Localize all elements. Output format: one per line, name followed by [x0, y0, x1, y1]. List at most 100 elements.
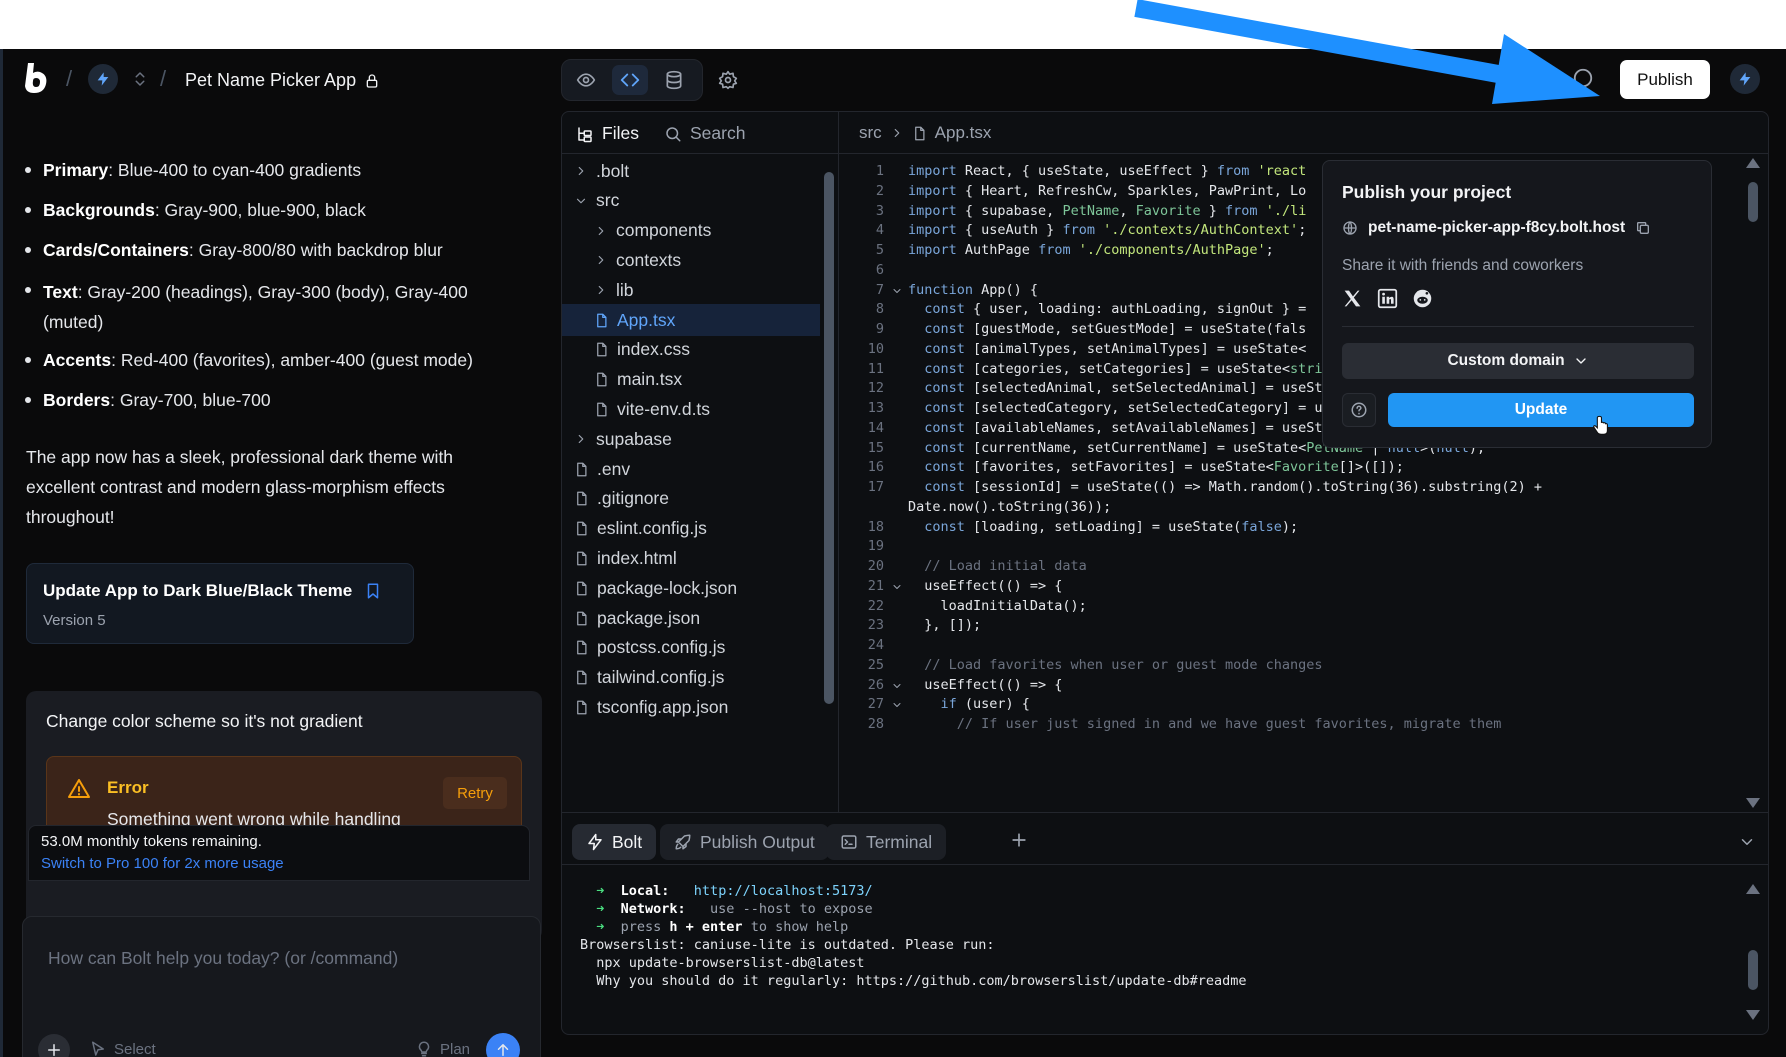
- code-view-icon[interactable]: [612, 65, 648, 95]
- project-name[interactable]: Pet Name Picker App: [185, 70, 380, 91]
- custom-domain-button[interactable]: Custom domain: [1342, 343, 1694, 379]
- line-number: 28: [867, 716, 884, 732]
- version-card[interactable]: Update App to Dark Blue/Black Theme Vers…: [26, 563, 414, 644]
- chevron-up-down-icon[interactable]: [131, 69, 149, 89]
- line-number: 6: [875, 261, 884, 278]
- file-tree-item[interactable]: App.tsx: [562, 304, 820, 336]
- file-tree-item[interactable]: package-lock.json: [574, 572, 737, 604]
- file-tree-item[interactable]: index.html: [574, 542, 677, 574]
- prompt-input[interactable]: [48, 943, 518, 973]
- line-number: 11: [867, 360, 884, 377]
- publish-button[interactable]: Publish: [1620, 60, 1710, 99]
- published-url[interactable]: pet-name-picker-app-f8cy.bolt.host: [1342, 219, 1651, 237]
- file-tree-scrollbar[interactable]: [824, 172, 834, 704]
- settings-gear-icon[interactable]: [718, 70, 738, 90]
- code-line: useEffect(() => {: [908, 577, 1063, 594]
- line-number: 26: [867, 676, 884, 693]
- breadcrumb-file[interactable]: App.tsx: [935, 123, 992, 143]
- file-tree-item[interactable]: tailwind.config.js: [574, 662, 724, 694]
- linkedin-icon[interactable]: [1377, 288, 1398, 309]
- tab-search[interactable]: Search: [664, 123, 745, 144]
- file-tree-item[interactable]: vite-env.d.ts: [594, 393, 710, 425]
- code-scrollbar[interactable]: [1748, 182, 1758, 222]
- chevron-right-icon: [578, 435, 584, 444]
- help-button[interactable]: [1342, 393, 1376, 427]
- update-button[interactable]: Update: [1388, 393, 1694, 427]
- bolt-logo-icon[interactable]: [22, 61, 50, 95]
- x-twitter-icon[interactable]: [1342, 288, 1363, 309]
- project-name-label: Pet Name Picker App: [185, 70, 357, 90]
- file-tree-item[interactable]: tsconfig.app.json: [574, 691, 728, 723]
- file-tree-item[interactable]: .bolt: [574, 155, 629, 187]
- warning-triangle-icon: [67, 777, 91, 801]
- database-icon[interactable]: [656, 65, 692, 95]
- retry-button[interactable]: Retry: [443, 777, 507, 809]
- terminal-scrollbar[interactable]: [1748, 950, 1758, 990]
- file-tree-label: index.css: [617, 339, 690, 360]
- file-icon: [577, 491, 587, 506]
- bookmark-icon[interactable]: [364, 582, 382, 600]
- breadcrumb-folder[interactable]: src: [859, 123, 882, 143]
- file-tree-item[interactable]: package.json: [574, 602, 700, 634]
- scroll-down-icon[interactable]: [1746, 1010, 1760, 1020]
- file-tree-item[interactable]: lib: [594, 274, 634, 306]
- tab-bolt[interactable]: Bolt: [572, 824, 657, 860]
- copy-icon[interactable]: [1635, 220, 1651, 236]
- scroll-up-icon[interactable]: [1746, 884, 1760, 894]
- fold-chevron-icon[interactable]: [891, 680, 903, 692]
- tokens-remaining: 53.0M monthly tokens remaining.: [41, 833, 262, 850]
- scroll-down-icon[interactable]: [1746, 798, 1760, 808]
- bullet-item: Borders: Gray-700, blue-700: [25, 387, 533, 413]
- fold-chevron-icon[interactable]: [891, 699, 903, 711]
- file-icon: [597, 402, 607, 417]
- file-tree-item[interactable]: src: [574, 185, 619, 217]
- code-line: // If user just signed in and we have gu…: [908, 716, 1502, 732]
- pointer-select-icon: [92, 1041, 104, 1056]
- file-tree-item[interactable]: .env: [574, 453, 630, 485]
- bolt-account-icon[interactable]: [1730, 64, 1760, 94]
- fold-chevron-icon[interactable]: [891, 285, 903, 297]
- line-number: 2: [875, 182, 884, 199]
- plan-button[interactable]: Plan: [415, 1040, 470, 1057]
- collapse-panel-chevron-icon[interactable]: [1738, 833, 1756, 851]
- bolt-badge-icon[interactable]: [88, 64, 118, 94]
- file-tree-label: postcss.config.js: [597, 637, 726, 658]
- reddit-icon[interactable]: [1412, 288, 1433, 309]
- tab-publish-output[interactable]: Publish Output: [660, 824, 829, 860]
- top-bar: / / Pet Name Picker App Publish: [0, 49, 1786, 111]
- bullet-item: Cards/Containers: Gray-800/80 with backd…: [25, 237, 533, 263]
- bullet-item: Text: Gray-200 (headings), Gray-300 (bod…: [25, 277, 523, 337]
- file-tree-item[interactable]: supabase: [574, 423, 672, 455]
- file-tree-item[interactable]: contexts: [594, 244, 681, 276]
- file-icon: [597, 342, 607, 357]
- fold-chevron-icon[interactable]: [891, 581, 903, 593]
- file-tree-item[interactable]: main.tsx: [594, 364, 682, 396]
- add-attachment-button[interactable]: [38, 1034, 70, 1057]
- terminal-line: Why you should do it regularly: https://…: [580, 973, 1247, 989]
- version-card-title: Update App to Dark Blue/Black Theme: [43, 581, 382, 601]
- file-icon: [577, 640, 587, 655]
- terminal-output[interactable]: ➜ Local: http://localhost:5173/ ➜ Networ…: [580, 882, 1246, 990]
- code-line: const [loading, setLoading] = useState(f…: [924, 518, 1299, 535]
- line-number: 15: [867, 439, 884, 456]
- file-tree-item[interactable]: eslint.config.js: [574, 513, 707, 545]
- select-element-button[interactable]: Select: [89, 1040, 156, 1057]
- file-tree-item[interactable]: components: [594, 215, 711, 247]
- file-tree-item[interactable]: .gitignore: [574, 483, 669, 515]
- arrow-up-icon: [497, 1044, 509, 1056]
- scroll-up-icon[interactable]: [1746, 158, 1760, 168]
- deploy-icon[interactable]: [1572, 67, 1594, 89]
- send-button[interactable]: [486, 1033, 520, 1057]
- tab-files[interactable]: Files: [576, 123, 639, 144]
- upgrade-link[interactable]: Switch to Pro 100 for 2x more usage: [41, 855, 284, 872]
- bolt-app: / / Pet Name Picker App Publish Primary:…: [0, 49, 1786, 1057]
- preview-eye-icon[interactable]: [568, 65, 604, 95]
- file-tree-item[interactable]: postcss.config.js: [574, 632, 725, 664]
- add-terminal-plus-icon[interactable]: [1009, 830, 1029, 850]
- terminal-line: ➜ Local: http://localhost:5173/: [580, 883, 873, 899]
- file-tree-item[interactable]: index.css: [594, 334, 690, 366]
- line-number: 18: [867, 518, 884, 535]
- line-number: 14: [867, 419, 884, 436]
- file-tree-label: components: [616, 220, 712, 241]
- tab-terminal[interactable]: Terminal: [826, 824, 947, 860]
